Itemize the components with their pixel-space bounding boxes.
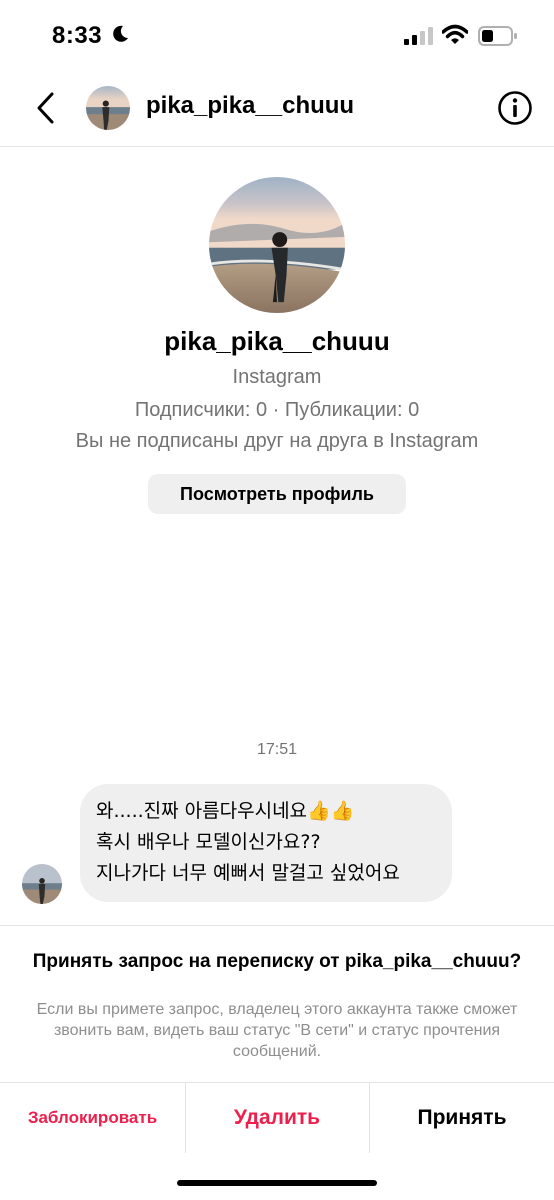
message-timestamp: 17:51	[256, 741, 298, 758]
profile-username: pika_pika__chuuu	[164, 326, 390, 356]
block-button[interactable]: Заблокировать	[0, 1083, 185, 1153]
profile-avatar[interactable]	[209, 177, 345, 313]
moon-icon	[113, 25, 128, 42]
battery-icon	[478, 26, 517, 46]
message-line: 지나가다 너무 예뻐서 말걸고 싶었어요	[96, 862, 400, 884]
message-line: 와.....진짜 아름다우시네요👍👍	[96, 800, 355, 822]
chevron-left-icon[interactable]	[32, 90, 60, 126]
status-time: 8:33	[52, 22, 103, 49]
cellular-signal-icon	[404, 27, 433, 45]
message-bubble[interactable]: 와.....진짜 아름다우시네요👍👍 혹시 배우나 모델이신가요?? 지나가다 …	[80, 784, 452, 902]
info-icon[interactable]	[497, 90, 533, 126]
avatar[interactable]	[86, 86, 130, 130]
profile-relation: Вы не подписаны друг на друга в Instagra…	[75, 430, 479, 452]
header-username[interactable]: pika_pika__chuuu	[146, 92, 354, 120]
profile-platform: Instagram	[232, 366, 322, 388]
request-divider	[0, 925, 554, 926]
home-indicator[interactable]	[177, 1180, 377, 1186]
header-divider	[0, 146, 554, 147]
sender-avatar[interactable]	[22, 864, 62, 904]
accept-button[interactable]: Принять	[370, 1083, 554, 1153]
wifi-icon	[442, 24, 468, 44]
profile-stats: Подписчики: 0 · Публикации: 0	[134, 399, 420, 421]
request-description: Если вы примете запрос, владелец этого а…	[36, 1001, 518, 1060]
view-profile-button[interactable]: Посмотреть профиль	[148, 474, 406, 514]
delete-button[interactable]: Удалить	[185, 1083, 369, 1153]
request-title: Принять запрос на переписку от pika_pika…	[32, 951, 522, 972]
message-line: 혹시 배우나 모델이신가요??	[96, 831, 321, 853]
